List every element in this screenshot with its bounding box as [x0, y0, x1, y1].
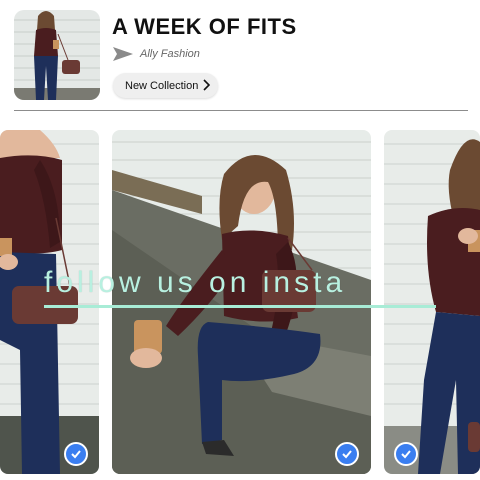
chevron-right-icon: [203, 79, 210, 91]
check-icon[interactable]: [394, 442, 418, 466]
overlay-caption: follow us on insta: [44, 266, 347, 299]
header-divider: [14, 110, 468, 111]
check-icon[interactable]: [335, 442, 359, 466]
new-collection-label: New Collection: [125, 79, 199, 92]
thumbnail-photo: [14, 10, 100, 100]
new-collection-button[interactable]: New Collection: [113, 73, 218, 98]
outfit-photo-1[interactable]: [0, 130, 99, 474]
check-icon[interactable]: [64, 442, 88, 466]
outfit-gallery[interactable]: [0, 130, 480, 475]
outfit-photo-2-image: [112, 130, 371, 474]
outfit-photo-3[interactable]: [384, 130, 480, 474]
outfit-photo-2[interactable]: [112, 130, 371, 474]
outfit-photo-1-image: [0, 130, 99, 474]
overlay-underline: [44, 305, 436, 308]
author-name: Ally Fashion: [140, 48, 200, 60]
outfit-photo-3-image: [384, 130, 480, 474]
send-icon: [113, 47, 133, 61]
collection-header: A WEEK OF FITS Ally Fashion New Collecti…: [0, 0, 480, 112]
collection-thumbnail[interactable]: [14, 10, 100, 100]
collection-title: A WEEK OF FITS: [112, 14, 297, 39]
author-row[interactable]: Ally Fashion: [112, 45, 200, 63]
